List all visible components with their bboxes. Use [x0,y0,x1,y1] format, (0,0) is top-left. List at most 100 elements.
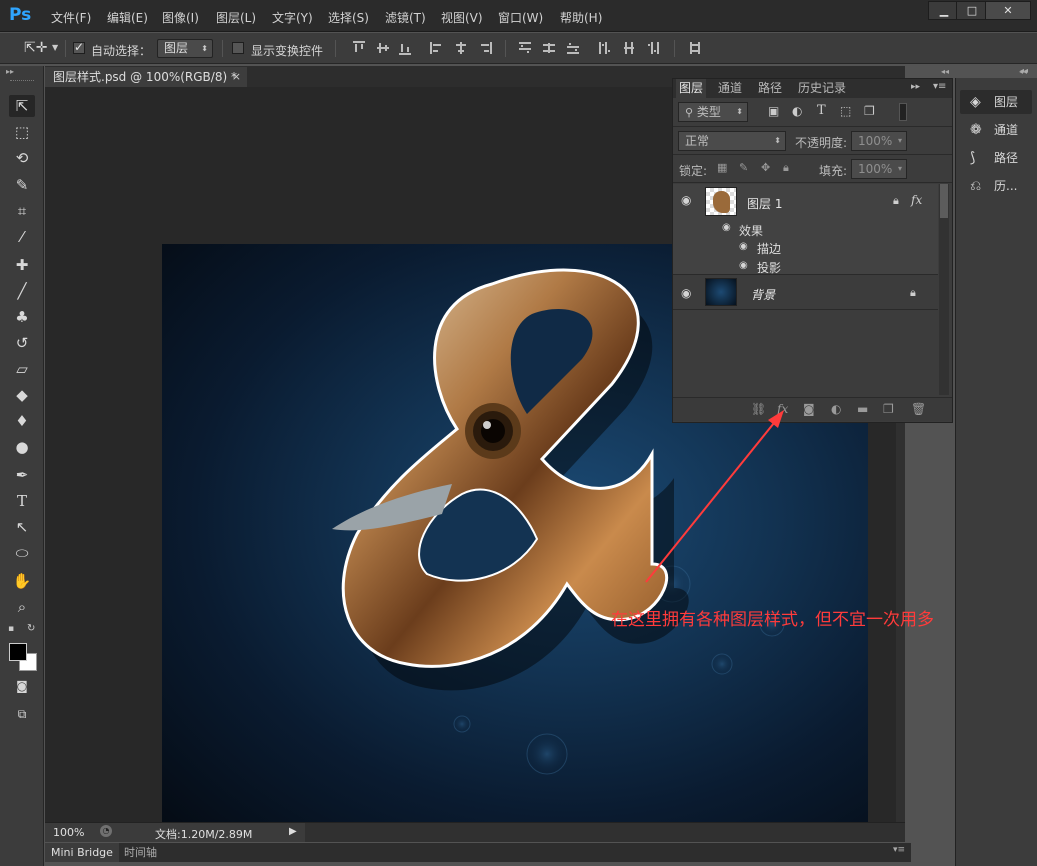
dock-channels[interactable]: ❁ 通道 [960,118,1032,142]
hand-tool-icon[interactable]: ✋ [9,570,35,592]
distribute-right-icon[interactable] [646,41,660,55]
type-tool-icon[interactable]: T [9,490,35,512]
layer-row-background[interactable]: ◉ 背景 🔒︎ [673,276,938,310]
tab-mini-bridge[interactable]: Mini Bridge [45,843,119,862]
auto-select-checkbox[interactable] [73,40,85,54]
dock-layers[interactable]: ◈ 图层 [960,90,1032,114]
align-right-icon[interactable] [478,41,492,55]
filter-type-icon[interactable]: T [817,103,826,118]
new-adjustment-layer-icon[interactable]: ◐ [831,402,841,416]
menu-type[interactable]: 文字(Y) [272,9,313,26]
fill-input[interactable]: 100% ▾ [851,159,907,179]
history-brush-tool-icon[interactable]: ↺ [9,332,35,354]
brush-tool-icon[interactable]: ╱ [9,280,35,302]
align-hcenter-icon[interactable] [454,41,468,55]
crop-tool-icon[interactable]: ⌗ [9,200,35,222]
effect-drop-shadow[interactable]: 投影 [757,259,781,276]
layer-name[interactable]: 图层 1 [747,195,782,212]
distribute-hcenter-icon[interactable] [622,41,636,55]
zoom-level[interactable]: 100% [53,826,84,839]
lock-transparent-icon[interactable]: ▦ [717,161,727,174]
menu-filter[interactable]: 滤镜(T) [385,9,426,26]
healing-brush-tool-icon[interactable]: ✚ [9,254,35,276]
distribute-vcenter-icon[interactable] [542,41,556,55]
collapse-dock-icon[interactable]: ◂◂ [941,67,949,76]
paint-bucket-tool-icon[interactable]: ◆ [9,384,35,406]
tab-channels[interactable]: 通道 [715,79,745,98]
lasso-tool-icon[interactable]: ⟲ [9,147,35,169]
distribute-left-icon[interactable] [598,41,612,55]
lock-image-icon[interactable]: ✎ [739,161,748,174]
status-menu-arrow-icon[interactable]: ▶ [289,826,297,837]
filter-toggle-switch[interactable] [899,103,907,121]
new-group-icon[interactable]: ▬ [857,402,868,416]
show-transform-checkbox[interactable] [232,42,244,54]
align-vcenter-icon[interactable] [376,41,390,55]
menu-view[interactable]: 视图(V) [441,9,483,26]
filter-adjustment-icon[interactable]: ◐ [792,104,802,118]
visibility-eye-icon[interactable]: ◉ [681,286,691,300]
visibility-eye-icon[interactable]: ◉ [681,193,691,207]
align-top-icon[interactable] [352,41,366,55]
add-mask-icon[interactable]: ◙ [803,402,815,416]
dodge-tool-icon[interactable]: ● [9,436,35,458]
lock-position-icon[interactable]: ✥ [761,161,770,174]
panel-grip[interactable] [10,80,34,84]
ellipse-tool-icon[interactable]: ⬭ [9,542,35,564]
tab-history[interactable]: 历史记录 [795,79,849,98]
collapse-panel-icon[interactable]: ▸▸ [911,82,920,92]
layer-name[interactable]: 背景 [751,286,775,303]
foreground-color-swatch[interactable] [9,643,27,661]
menu-file[interactable]: 文件(F) [51,9,91,26]
filter-shape-icon[interactable]: ⬚ [840,104,851,118]
effects-eye-icon[interactable]: ◉ [722,222,731,233]
layer-fx-badge[interactable]: fx [911,193,922,207]
menu-window[interactable]: 窗口(W) [498,9,543,26]
menu-layer[interactable]: 图层(L) [216,9,256,26]
layers-scrollbar[interactable] [939,184,949,395]
screen-mode-icon[interactable]: ⧉ [9,703,35,725]
horizontal-scrollbar[interactable] [305,823,905,842]
opacity-input[interactable]: 100% ▾ [851,131,907,151]
layer-row-layer1[interactable]: ◉ 图层 1 🔒︎ fx ◉ 效果 ◉ 描边 ◉ 投影 [673,184,938,275]
align-bottom-icon[interactable] [398,41,412,55]
collapse-tools-icon[interactable]: ▸▸ [6,67,14,76]
panel-menu-icon[interactable]: ▾≡ [933,81,946,92]
menu-select[interactable]: 选择(S) [328,9,369,26]
filter-type-dropdown[interactable]: ⚲ 类型 ⬍ [678,102,748,122]
preset-dropdown-icon[interactable]: ▼ [52,43,58,52]
clone-stamp-tool-icon[interactable]: ♣ [9,306,35,328]
zoom-tool-icon[interactable]: ⌕ [9,596,35,618]
filter-smart-object-icon[interactable]: ❐ [864,104,875,118]
quick-select-tool-icon[interactable]: ✎ [9,174,35,196]
shadow-eye-icon[interactable]: ◉ [739,260,748,271]
effect-stroke[interactable]: 描边 [757,240,781,257]
auto-align-icon[interactable] [688,41,702,55]
auto-select-target-dropdown[interactable]: 图层 ⬍ [157,39,213,58]
distribute-top-icon[interactable] [518,41,532,55]
delete-layer-icon[interactable]: 🗑︎ [911,402,926,416]
blur-tool-icon[interactable]: ♦ [9,410,35,432]
swap-colors-icon[interactable]: ↻ [27,623,35,634]
tab-timeline[interactable]: 时间轴 [118,843,163,862]
stroke-eye-icon[interactable]: ◉ [739,241,748,252]
panel-menu-icon[interactable]: ▾≡ [893,845,905,855]
maximize-button[interactable]: □ [956,1,988,20]
menu-image[interactable]: 图像(I) [162,9,199,26]
layers-scrollbar-thumb[interactable] [940,184,948,218]
dock-history[interactable]: ⎌ 历... [960,174,1032,198]
lock-all-icon[interactable]: 🔒︎ [783,161,789,175]
expand-dock-right-icon[interactable]: ◂◂ [1019,67,1027,76]
eraser-tool-icon[interactable]: ▱ [9,358,35,380]
marquee-tool-icon[interactable]: ⬚ [9,121,35,143]
filter-pixel-icon[interactable]: ▣ [768,104,779,118]
tab-layers[interactable]: 图层 [676,79,707,98]
quick-mask-icon[interactable]: ◙ [9,675,35,697]
menu-edit[interactable]: 编辑(E) [107,9,148,26]
tab-paths[interactable]: 路径 [755,79,785,98]
status-info-icon[interactable]: ◔ [100,825,112,837]
new-layer-icon[interactable]: ❐ [883,402,894,416]
menu-help[interactable]: 帮助(H) [560,9,602,26]
eyedropper-tool-icon[interactable]: ⁄ [9,226,35,248]
move-tool-preset-icon[interactable]: ⇱✛ [24,40,47,56]
